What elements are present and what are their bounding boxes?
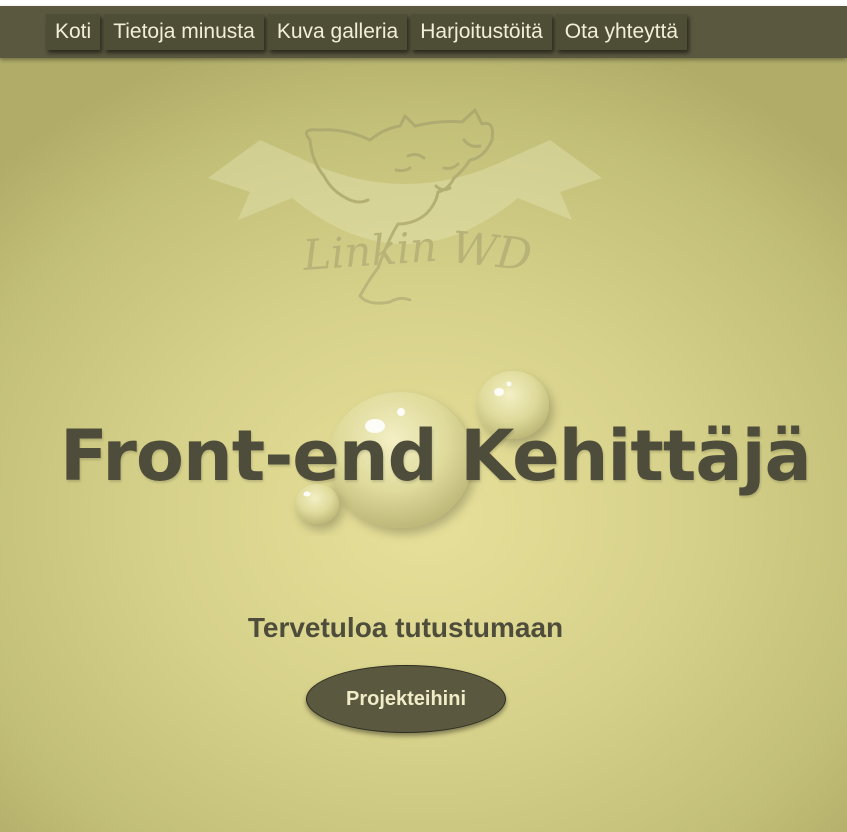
nav-item-harjoitustoita[interactable]: Harjoitustöitä bbox=[411, 14, 552, 50]
linkinwd-logo: Linkin WD bbox=[208, 108, 602, 305]
main-navbar: Koti Tietoja minusta Kuva galleria Harjo… bbox=[0, 6, 847, 58]
logo-text-wd: WD bbox=[449, 222, 534, 281]
nav-list: Koti Tietoja minusta Kuva galleria Harjo… bbox=[46, 14, 688, 50]
logo-text-linkin: Linkin bbox=[300, 222, 438, 280]
hero-subtitle: Tervetuloa tutustumaan bbox=[247, 612, 564, 643]
hero-title: Front-end Kehittäjä bbox=[60, 415, 812, 497]
nav-item-kuva-galleria[interactable]: Kuva galleria bbox=[267, 14, 408, 50]
nav-item-tietoja-minusta[interactable]: Tietoja minusta bbox=[104, 14, 264, 50]
projects-button[interactable]: Projekteihini bbox=[306, 665, 506, 733]
nav-item-koti[interactable]: Koti bbox=[46, 14, 101, 50]
nav-item-ota-yhteytta[interactable]: Ota yhteyttä bbox=[555, 14, 688, 50]
